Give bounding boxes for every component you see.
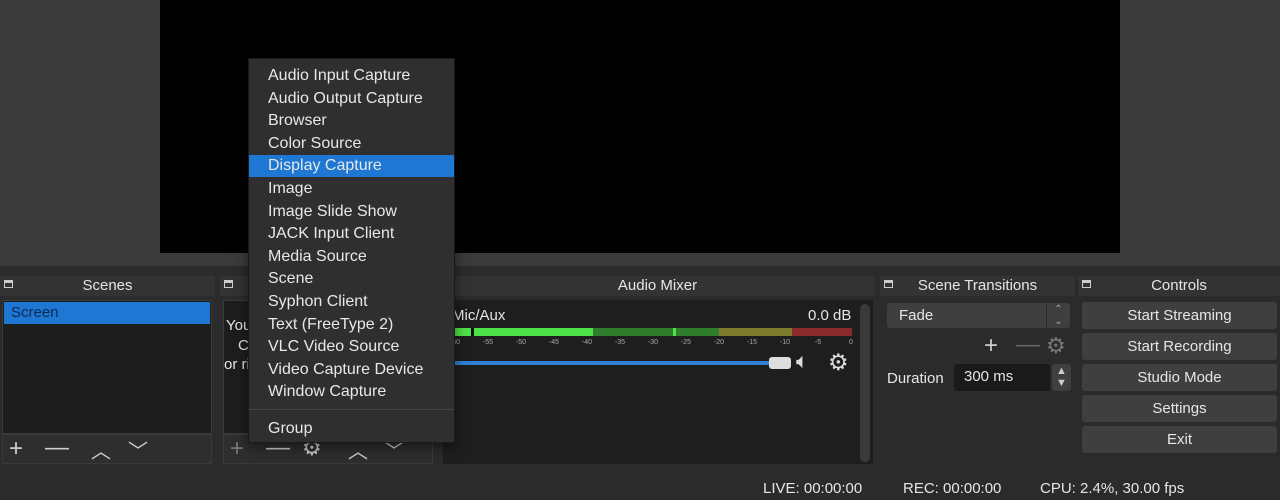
- menu-item[interactable]: Browser: [249, 110, 454, 132]
- menu-item[interactable]: Syphon Client: [249, 291, 454, 313]
- add-icon[interactable]: +: [984, 333, 998, 359]
- menu-item[interactable]: Image: [249, 178, 454, 200]
- menu-item[interactable]: Window Capture: [249, 381, 454, 403]
- meter-tick-label: -20: [713, 339, 725, 346]
- meter-tick-label: -25: [680, 339, 692, 346]
- menu-item[interactable]: Display Capture: [249, 155, 454, 178]
- add-source-menu: Audio Input Capture Audio Output Capture B…: [248, 58, 455, 443]
- menu-item[interactable]: Scene: [249, 268, 454, 290]
- remove-icon[interactable]: —: [1016, 332, 1040, 358]
- meter-tick-label: -55: [482, 339, 494, 346]
- controls-title: Controls: [1151, 277, 1207, 294]
- meter-tick-label: -5: [814, 339, 822, 346]
- meter-dark-green: [593, 328, 719, 336]
- duration-label: Duration: [887, 370, 944, 387]
- menu-item[interactable]: Audio Input Capture: [249, 65, 454, 87]
- sources-hint: or ri: [224, 356, 250, 373]
- transitions-dock-title: Scene Transitions: [880, 276, 1075, 296]
- gear-icon[interactable]: ⚙: [828, 349, 849, 376]
- start-streaming-button[interactable]: Start Streaming: [1082, 302, 1277, 329]
- volume-slider-handle[interactable]: [769, 357, 791, 369]
- meter-tick-label: -15: [746, 339, 758, 346]
- menu-item[interactable]: JACK Input Client: [249, 223, 454, 245]
- scene-item[interactable]: Screen: [4, 302, 210, 324]
- menu-item[interactable]: Video Capture Device: [249, 359, 454, 381]
- studio-mode-button[interactable]: Studio Mode: [1082, 364, 1277, 391]
- scenes-dock-title: Scenes: [0, 276, 215, 296]
- meter-tick-label: 0: [849, 339, 853, 346]
- remove-icon[interactable]: —: [45, 435, 69, 461]
- cpu-status: CPU: 2.4%, 30.00 fps: [1040, 480, 1185, 497]
- add-icon[interactable]: +: [230, 436, 244, 462]
- select-arrows-icon: ⌃ ⌄: [1046, 303, 1070, 328]
- float-dock-icon[interactable]: [4, 280, 13, 288]
- live-status: LIVE: 00:00:00: [763, 480, 863, 497]
- menu-item[interactable]: Image Slide Show: [249, 201, 454, 223]
- meter-tick-label: -10: [779, 339, 791, 346]
- settings-button[interactable]: Settings: [1082, 395, 1277, 422]
- transition-select-value: Fade: [899, 307, 934, 324]
- exit-button[interactable]: Exit: [1082, 426, 1277, 453]
- float-dock-icon[interactable]: [884, 280, 893, 288]
- meter-tick-label: -45: [548, 339, 560, 346]
- meter-tick-label: -30: [647, 339, 659, 346]
- gear-icon[interactable]: ⚙: [1046, 333, 1066, 359]
- meter-green: [453, 328, 593, 336]
- menu-item[interactable]: Text (FreeType 2): [249, 314, 454, 336]
- meter-red: [792, 328, 852, 336]
- menu-item-group[interactable]: Group: [249, 418, 454, 440]
- meter-tick-label: -40: [581, 339, 593, 346]
- menu-item[interactable]: VLC Video Source: [249, 336, 454, 358]
- rec-status: REC: 00:00:00: [903, 480, 1002, 497]
- duration-input[interactable]: 300 ms: [954, 364, 1050, 391]
- scenes-list[interactable]: Screen: [2, 300, 212, 434]
- mixer-scrollbar[interactable]: [860, 304, 870, 462]
- float-dock-icon[interactable]: [224, 280, 233, 288]
- meter-tick-label: -35: [614, 339, 626, 346]
- transitions-title: Scene Transitions: [917, 277, 1038, 294]
- menu-separator: [249, 409, 454, 410]
- add-icon[interactable]: +: [9, 436, 23, 462]
- volume-slider[interactable]: [452, 361, 772, 365]
- speaker-icon[interactable]: 🔈︎: [796, 350, 809, 374]
- move-up-icon[interactable]: ︿: [91, 439, 111, 465]
- meter-peak: [673, 328, 676, 336]
- controls-dock-title: Controls: [1078, 276, 1280, 296]
- float-dock-icon[interactable]: [1082, 280, 1091, 288]
- duration-stepper[interactable]: ▲ ▼: [1052, 364, 1071, 391]
- menu-item[interactable]: Media Source: [249, 246, 454, 268]
- move-down-icon[interactable]: ﹀: [128, 439, 148, 465]
- meter-tick-label: -50: [515, 339, 527, 346]
- meter-yellow: [719, 328, 792, 336]
- audio-mixer-title: Audio Mixer: [440, 276, 875, 296]
- menu-item[interactable]: Color Source: [249, 133, 454, 155]
- scenes-title: Scenes: [82, 277, 133, 294]
- menu-item[interactable]: Audio Output Capture: [249, 88, 454, 110]
- channel-name: Mic/Aux: [452, 307, 506, 324]
- scenes-toolbar: + — ︿ ﹀: [2, 434, 212, 464]
- channel-level: 0.0 dB: [808, 307, 852, 324]
- audio-mixer-panel: [443, 300, 873, 464]
- meter-gap: [471, 328, 474, 336]
- start-recording-button[interactable]: Start Recording: [1082, 333, 1277, 360]
- transition-select[interactable]: Fade ⌃ ⌄: [887, 303, 1070, 328]
